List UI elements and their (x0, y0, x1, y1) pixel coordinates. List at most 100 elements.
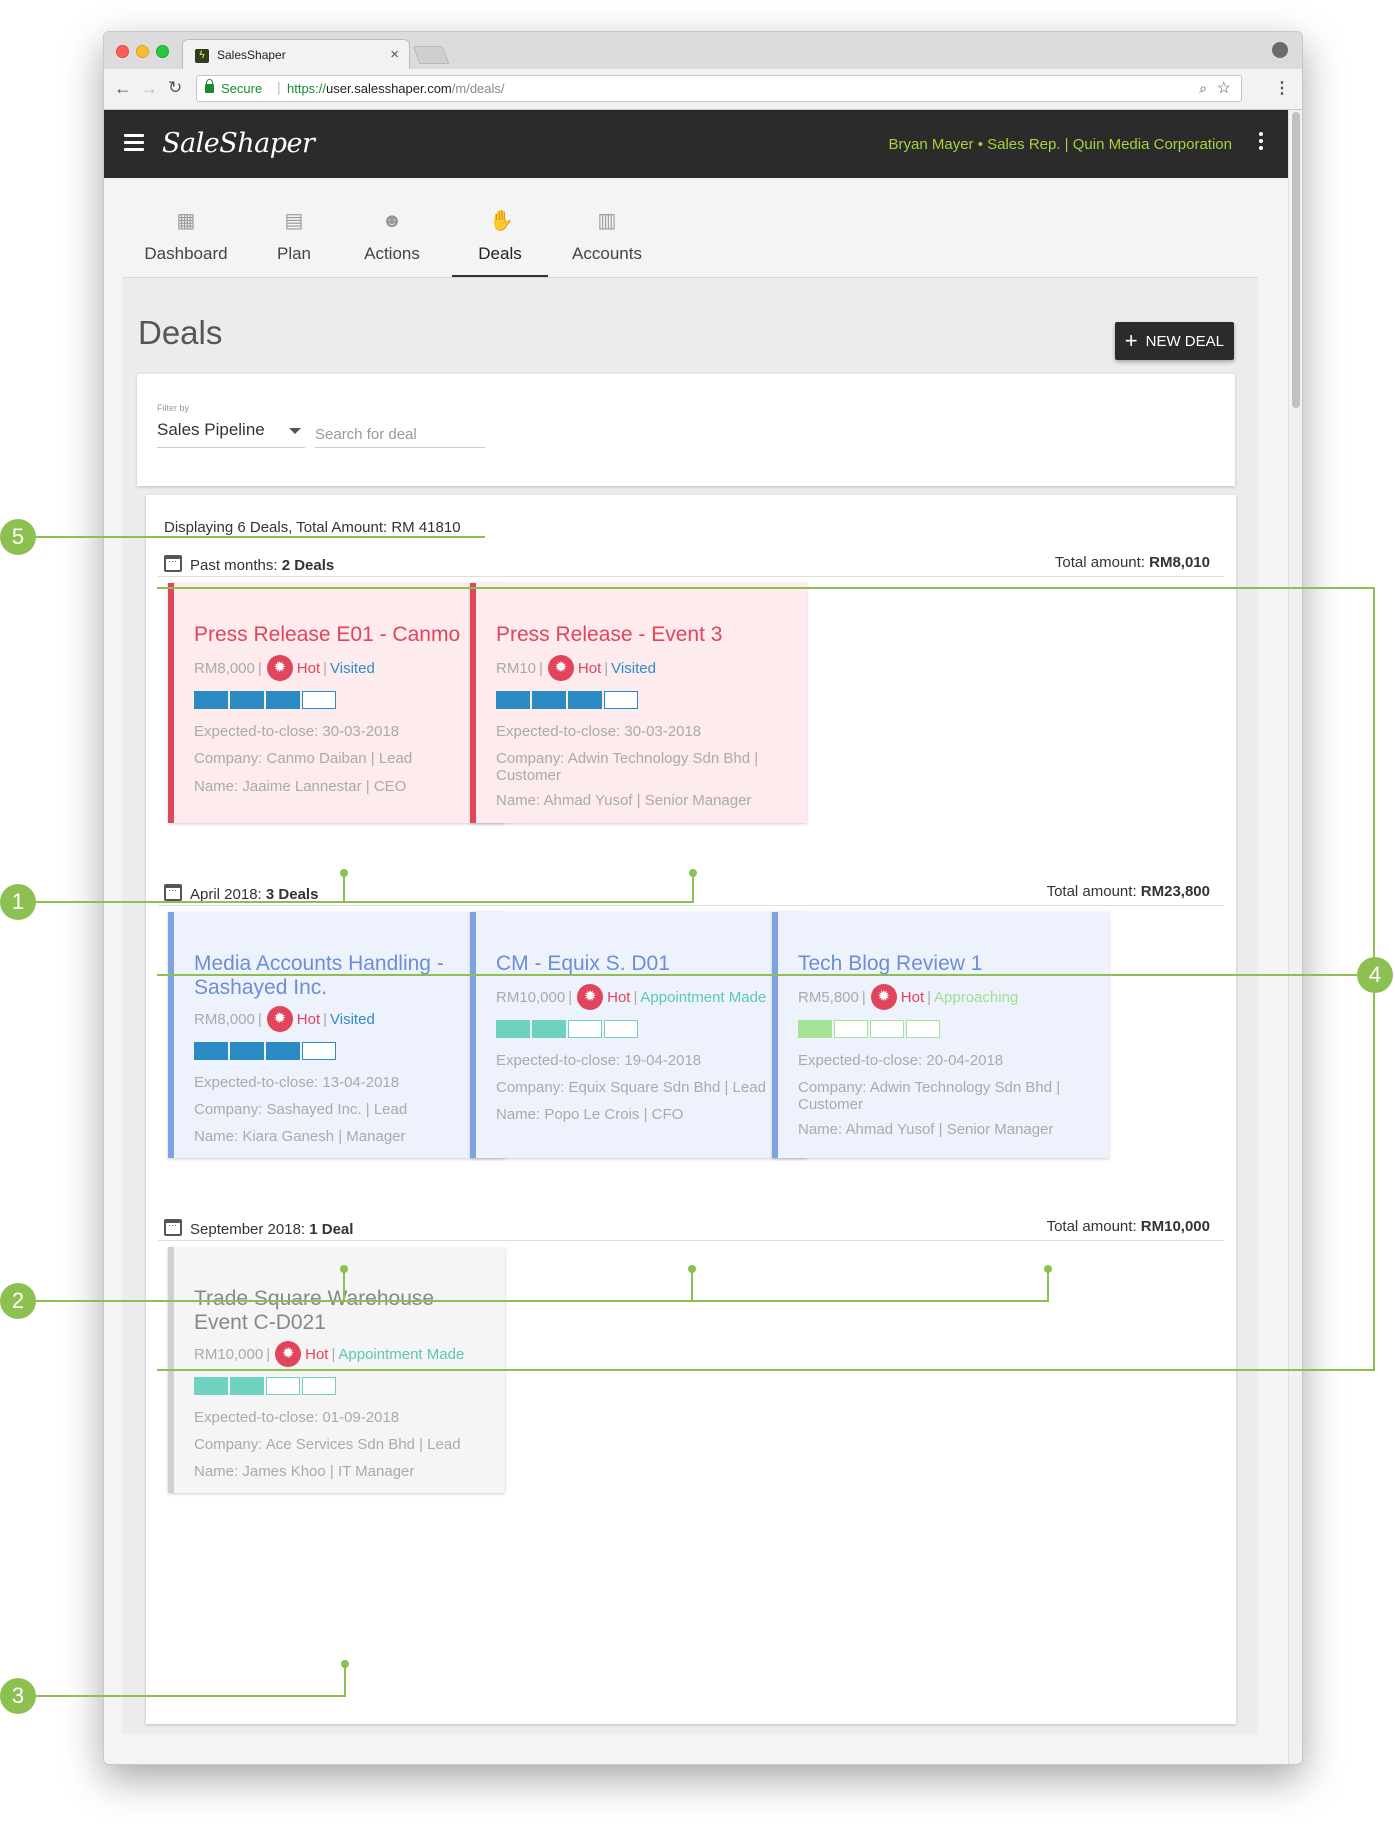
group-label: September 2018: 1 Deal (190, 1221, 353, 1238)
lock-icon (205, 79, 214, 93)
total-amount: RM10,000 (1140, 1218, 1210, 1235)
maximize-window-button[interactable] (156, 45, 169, 58)
deal-progress (496, 691, 640, 709)
tab-actions[interactable]: ☻ Actions (342, 178, 442, 277)
deal-company: Company: Ace Services Sdn Bhd | Lead (194, 1436, 461, 1453)
deal-close-date: Expected-to-close: 01-09-2018 (194, 1409, 400, 1426)
tab-accounts[interactable]: ▥ Accounts (552, 178, 662, 277)
deal-title[interactable]: Press Release E01 - Canmo (194, 623, 484, 647)
tab-label: Accounts (572, 244, 642, 263)
deal-card[interactable]: Tech Blog Review 1 RM5,800 | ✹ Hot | Approach… (772, 912, 1109, 1158)
bookmark-star-icon[interactable]: ☆ (1217, 78, 1231, 98)
browser-toolbar: ← → ↻ Secure | https://user.salesshaper.… (104, 69, 1302, 110)
close-tab-icon[interactable]: × (390, 46, 399, 63)
annotation-dot (341, 1660, 349, 1668)
address-bar[interactable]: Secure | https://user.salesshaper.com/m/… (196, 75, 1242, 102)
actions-icon: ☻ (381, 210, 403, 232)
tab-label: Plan (276, 244, 312, 263)
hot-icon: ✹ (870, 984, 897, 1010)
url-separator: | (277, 79, 281, 95)
user-info[interactable]: Bryan Mayer • Sales Rep. | Quin Media Co… (889, 136, 1232, 153)
deal-temperature: Hot (607, 988, 631, 1006)
main-nav: ▦ Dashboard ▤ Plan ☻ Actions ✋ Deals ▥ A… (104, 178, 1290, 278)
deal-meta: RM10 | ✹ Hot | Visited (496, 655, 656, 681)
browser-tab-title: SalesShaper (217, 48, 286, 62)
deals-summary: Displaying 6 Deals, Total Amount: RM 418… (164, 519, 461, 536)
tab-dashboard[interactable]: ▦ Dashboard (126, 178, 246, 277)
tab-label: Dashboard (144, 244, 228, 263)
browser-tab[interactable]: ϟ SalesShaper × (182, 39, 410, 70)
new-deal-button[interactable]: + NEW DEAL (1114, 322, 1234, 360)
group-count: 1 Deal (309, 1221, 354, 1238)
group-total: Total amount: RM23,800 (1047, 883, 1210, 900)
main-content: Deals + NEW DEAL Filter by Sales Pipelin… (122, 278, 1258, 1734)
tab-plan[interactable]: ▤ Plan (246, 178, 342, 277)
deal-stage: Appointment Made (338, 1345, 465, 1363)
close-window-button[interactable] (116, 45, 129, 58)
hot-icon: ✹ (266, 1006, 293, 1032)
new-tab-button[interactable] (412, 46, 450, 64)
annotation-line (36, 536, 485, 538)
deal-temperature: Hot (305, 1345, 329, 1363)
plus-icon: + (1124, 328, 1138, 353)
deal-title[interactable]: Media Accounts Handling - Sashayed Inc. (194, 952, 484, 1000)
deal-meta: RM8,000 | ✹ Hot | Visited (194, 655, 375, 681)
deal-card[interactable]: Press Release E01 - Canmo RM8,000 | ✹ Hot | V… (168, 583, 505, 823)
pipeline-select[interactable]: Sales Pipeline (157, 420, 305, 448)
url-scheme: https:// (287, 81, 327, 96)
search-deal-input[interactable] (315, 422, 485, 448)
annotation-line (691, 1269, 693, 1301)
app: SaleShaper Bryan Mayer • Sales Rep. | Qu… (104, 110, 1290, 1764)
deal-close-date: Expected-to-close: 19-04-2018 (496, 1052, 702, 1069)
total-label: Total amount: (1046, 1218, 1141, 1235)
browser-tabbar: ϟ SalesShaper × (104, 32, 1302, 70)
deal-company: Company: Equix Square Sdn Bhd | Lead (496, 1079, 766, 1096)
chevron-down-icon (289, 428, 301, 434)
deal-amount: RM10,000 (194, 1345, 264, 1363)
secure-label: Secure (221, 81, 263, 96)
page-scrollbar[interactable] (1288, 110, 1302, 1764)
profile-icon[interactable] (1272, 42, 1288, 58)
annotation-line (1047, 1269, 1049, 1301)
forward-arrow-icon[interactable]: → (140, 78, 158, 99)
deal-title[interactable]: CM - Equix S. D01 (496, 952, 786, 976)
annotation-badge-1: 1 (0, 884, 36, 920)
back-arrow-icon[interactable]: ← (114, 78, 132, 99)
annotation-line (692, 873, 694, 902)
group-period: September 2018: (190, 1221, 310, 1238)
deal-card[interactable]: Press Release - Event 3 RM10 | ✹ Hot | Visite… (470, 583, 807, 823)
annotation-dot (1044, 1265, 1052, 1273)
browser-menu-icon[interactable]: ⋮ (1274, 78, 1290, 98)
deal-title[interactable]: Tech Blog Review 1 (798, 952, 1088, 976)
tab-deals[interactable]: ✋ Deals (452, 178, 548, 277)
annotation-badge-3: 3 (0, 1678, 36, 1714)
deal-progress (496, 1020, 640, 1038)
browser-window: ϟ SalesShaper × ← → ↻ Secure | https://u… (103, 31, 1303, 1765)
reload-icon[interactable]: ↻ (168, 78, 182, 98)
zoom-icon[interactable]: ⌕ (1199, 80, 1207, 97)
deal-title[interactable]: Press Release - Event 3 (496, 623, 786, 647)
deal-card[interactable]: CM - Equix S. D01 RM10,000 | ✹ Hot | Appointm… (470, 912, 807, 1158)
annotation-dot (340, 869, 348, 877)
url-text[interactable]: https://user.salesshaper.com/m/deals/ (287, 81, 505, 96)
annotation-line (344, 1664, 346, 1696)
accounts-icon: ▥ (597, 210, 617, 232)
deal-meta: RM5,800 | ✹ Hot | Approaching (798, 984, 1018, 1010)
url-path: /m/deals/ (451, 81, 505, 96)
annotation-line (343, 1269, 345, 1301)
app-logo[interactable]: SaleShaper (162, 128, 315, 159)
hot-icon: ✹ (275, 1341, 302, 1367)
deal-title[interactable]: Trade Square Warehouse Event C-D021 (194, 1287, 484, 1335)
hot-icon: ✹ (266, 655, 293, 681)
group-total: Total amount: RM8,010 (1055, 554, 1210, 571)
group-period: Past months: (190, 557, 282, 574)
minimize-window-button[interactable] (136, 45, 149, 58)
favicon-icon: ϟ (195, 49, 209, 63)
kebab-menu-icon[interactable] (1259, 132, 1263, 153)
hamburger-menu-icon[interactable] (124, 134, 144, 155)
scrollbar-thumb[interactable] (1292, 112, 1300, 408)
deal-company: Company: Canmo Daiban | Lead (194, 750, 413, 767)
deal-card[interactable]: Media Accounts Handling - Sashayed Inc. … (168, 912, 505, 1158)
deal-contact: Name: Kiara Ganesh | Manager (194, 1128, 406, 1145)
calendar-icon (164, 555, 182, 572)
